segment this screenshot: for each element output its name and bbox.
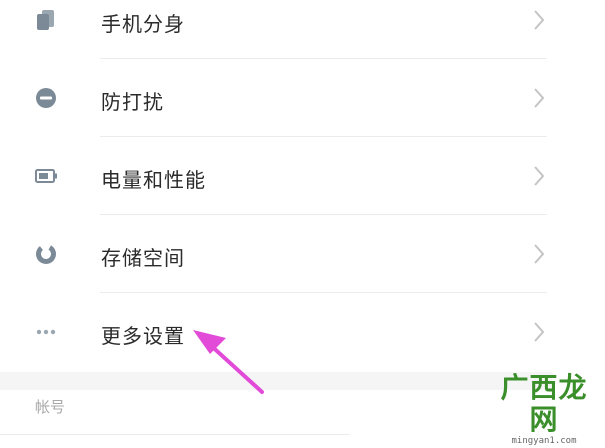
chevron-right-icon [534, 166, 545, 186]
settings-item-do-not-disturb[interactable]: 防打扰 [0, 59, 605, 137]
settings-item-label: 手机分身 [101, 12, 185, 36]
settings-item-label: 防打扰 [101, 90, 164, 114]
settings-item-phone-clone[interactable]: 手机分身 [0, 0, 605, 59]
settings-item-label: 存储空间 [101, 246, 185, 270]
storage-icon [36, 244, 56, 264]
watermark-url: mingyan1.com [511, 436, 577, 446]
more-dots-icon [36, 329, 56, 335]
section-gap [0, 372, 552, 390]
chevron-right-icon [534, 244, 545, 264]
battery-icon [35, 169, 57, 183]
chevron-right-icon [534, 88, 545, 108]
divider [0, 434, 350, 435]
watermark: 广西龙网 mingyan1.com [489, 371, 599, 447]
section-header-account: 帐号 [35, 398, 66, 416]
watermark-logo: 广西龙网 [500, 371, 588, 436]
settings-item-battery-performance[interactable]: 电量和性能 [0, 137, 605, 215]
chevron-right-icon [534, 322, 545, 342]
phone-clone-icon [37, 10, 54, 30]
do-not-disturb-icon [36, 88, 56, 108]
settings-item-storage[interactable]: 存储空间 [0, 215, 605, 293]
settings-item-more-settings[interactable]: 更多设置 [0, 293, 605, 371]
settings-item-label: 电量和性能 [101, 168, 206, 192]
chevron-right-icon [534, 10, 545, 30]
settings-item-label: 更多设置 [101, 324, 185, 348]
